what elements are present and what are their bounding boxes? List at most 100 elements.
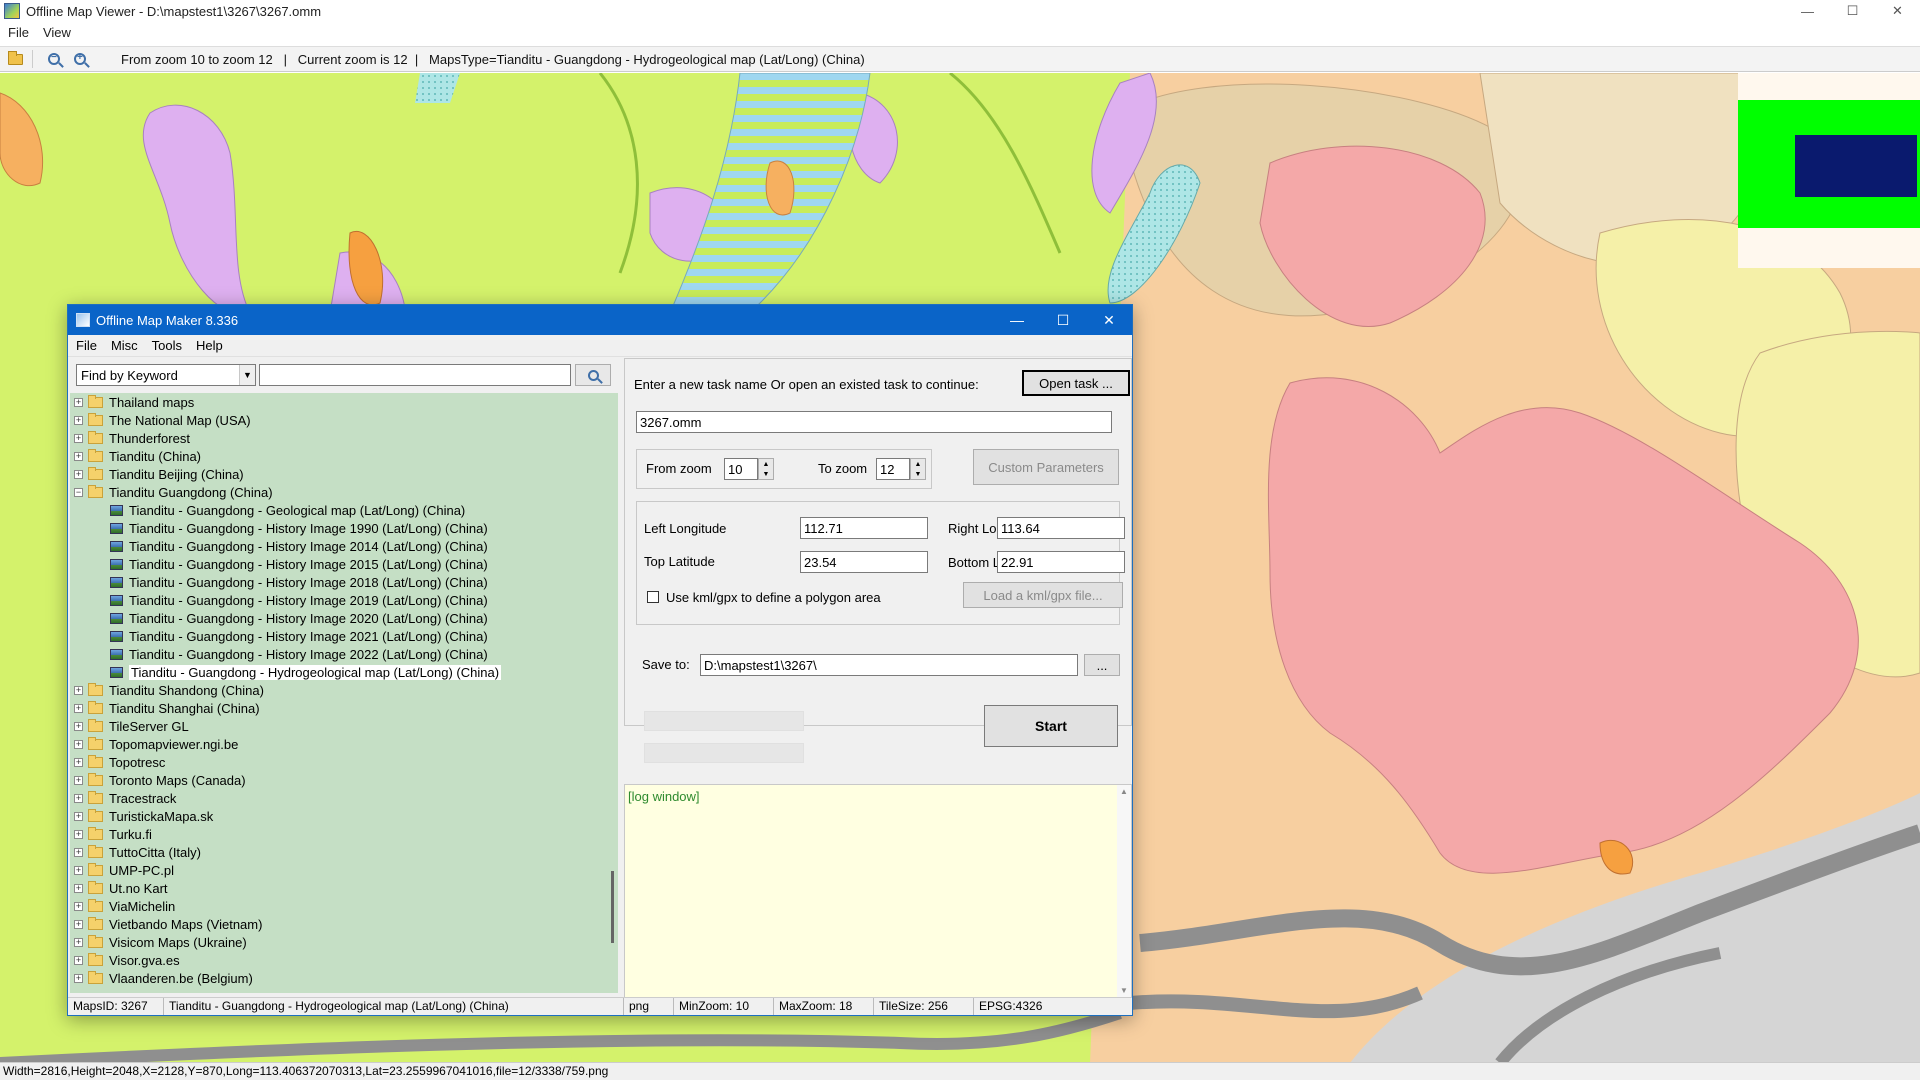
expand-icon[interactable]: + — [74, 685, 83, 695]
tree-scrollbar-thumb[interactable] — [611, 871, 614, 943]
tree-map-item[interactable]: Tianditu - Guangdong - History Image 202… — [70, 627, 608, 645]
bottom-latitude-input[interactable]: 22.91 — [997, 551, 1125, 573]
tree-folder-row[interactable]: + Visor.gva.es — [70, 951, 608, 969]
load-kml-button[interactable]: Load a kml/gpx file... — [963, 582, 1123, 608]
kml-polygon-checkbox[interactable] — [647, 591, 659, 603]
maker-maximize-button[interactable]: ☐ — [1040, 305, 1086, 335]
expand-icon[interactable]: + — [74, 901, 83, 911]
open-task-button[interactable]: Open task ... — [1022, 370, 1130, 396]
expand-icon[interactable]: + — [74, 847, 83, 857]
tree-folder-row[interactable]: + Toronto Maps (Canada) — [70, 771, 608, 789]
search-button[interactable] — [575, 364, 611, 386]
tree-folder-row[interactable]: + Vlaanderen.be (Belgium) — [70, 969, 608, 987]
expand-icon[interactable]: + — [74, 811, 83, 821]
scroll-down-icon[interactable]: ▼ — [1120, 986, 1128, 995]
top-latitude-input[interactable]: 23.54 — [800, 551, 928, 573]
map-source-tree[interactable]: + Thailand maps + The National Map (USA) + Th… — [70, 393, 608, 993]
save-to-input[interactable]: D:\mapstest1\3267\ — [700, 654, 1078, 676]
expand-icon[interactable]: + — [74, 919, 83, 929]
spin-down-icon[interactable]: ▼ — [911, 469, 925, 479]
maker-menu-misc[interactable]: Misc — [111, 338, 138, 353]
maker-menu-tools[interactable]: Tools — [152, 338, 182, 353]
log-window[interactable]: [log window] ▲ ▼ — [624, 784, 1132, 998]
menu-view[interactable]: View — [43, 25, 71, 40]
collapse-icon[interactable]: − — [74, 487, 83, 497]
close-button[interactable]: ✕ — [1875, 0, 1920, 22]
from-zoom-input[interactable]: 10 — [724, 458, 758, 480]
tree-folder-row[interactable]: + Turku.fi — [70, 825, 608, 843]
to-zoom-spinner[interactable]: ▲ ▼ — [910, 458, 926, 480]
spin-down-icon[interactable]: ▼ — [759, 469, 773, 479]
tree-folder-row[interactable]: + Thunderforest — [70, 429, 608, 447]
tree-folder-row[interactable]: + Thailand maps — [70, 393, 608, 411]
tree-map-item[interactable]: Tianditu - Guangdong - History Image 202… — [70, 609, 608, 627]
expand-icon[interactable]: + — [74, 883, 83, 893]
tree-folder-row[interactable]: + Visicom Maps (Ukraine) — [70, 933, 608, 951]
maker-minimize-button[interactable]: — — [994, 305, 1040, 335]
expand-icon[interactable]: + — [74, 451, 83, 461]
expand-icon[interactable]: + — [74, 793, 83, 803]
expand-icon[interactable]: + — [74, 721, 83, 731]
maker-menu-file[interactable]: File — [76, 338, 97, 353]
tree-folder-row[interactable]: + Tianditu Shanghai (China) — [70, 699, 608, 717]
expand-icon[interactable]: + — [74, 757, 83, 767]
task-name-input[interactable]: 3267.omm — [636, 411, 1112, 433]
chevron-down-icon[interactable]: ▼ — [239, 365, 255, 385]
tree-folder-row[interactable]: + Topotresc — [70, 753, 608, 771]
tree-folder-row[interactable]: + The National Map (USA) — [70, 411, 608, 429]
expand-icon[interactable]: + — [74, 829, 83, 839]
zoom-in-button[interactable]: + — [69, 48, 91, 70]
scroll-up-icon[interactable]: ▲ — [1120, 787, 1128, 796]
right-longitude-input[interactable]: 113.64 — [997, 517, 1125, 539]
start-button[interactable]: Start — [984, 705, 1118, 747]
expand-icon[interactable]: + — [74, 865, 83, 875]
minimize-button[interactable]: — — [1785, 0, 1830, 22]
tree-map-item[interactable]: Tianditu - Guangdong - History Image 201… — [70, 537, 608, 555]
tree-folder-row[interactable]: + ViaMichelin — [70, 897, 608, 915]
spin-up-icon[interactable]: ▲ — [759, 459, 773, 469]
expand-icon[interactable]: + — [74, 703, 83, 713]
tree-folder-row[interactable]: + Topomapviewer.ngi.be — [70, 735, 608, 753]
menu-file[interactable]: File — [8, 25, 29, 40]
zoom-out-button[interactable]: − — [43, 48, 65, 70]
browse-folder-button[interactable]: ... — [1084, 654, 1120, 676]
expand-icon[interactable]: + — [74, 775, 83, 785]
expand-icon[interactable]: + — [74, 973, 83, 983]
tree-folder-row[interactable]: + Tracestrack — [70, 789, 608, 807]
maker-menu-help[interactable]: Help — [196, 338, 223, 353]
tree-folder-row[interactable]: − Tianditu Guangdong (China) — [70, 483, 608, 501]
spin-up-icon[interactable]: ▲ — [911, 459, 925, 469]
maker-close-button[interactable]: ✕ — [1086, 305, 1132, 335]
tree-folder-row[interactable]: + UMP-PC.pl — [70, 861, 608, 879]
left-longitude-input[interactable]: 112.71 — [800, 517, 928, 539]
keyword-search-input[interactable] — [259, 364, 571, 386]
tree-map-item[interactable]: Tianditu - Guangdong - Geological map (L… — [70, 501, 608, 519]
expand-icon[interactable]: + — [74, 937, 83, 947]
tree-scrollbar[interactable] — [608, 393, 618, 993]
tree-map-item[interactable]: Tianditu - Guangdong - History Image 201… — [70, 591, 608, 609]
tree-folder-row[interactable]: + Tianditu (China) — [70, 447, 608, 465]
open-folder-button[interactable] — [4, 48, 26, 70]
tree-map-item[interactable]: Tianditu - Guangdong - History Image 201… — [70, 555, 608, 573]
expand-icon[interactable]: + — [74, 415, 83, 425]
tree-folder-row[interactable]: + Ut.no Kart — [70, 879, 608, 897]
maximize-button[interactable]: ☐ — [1830, 0, 1875, 22]
log-scrollbar[interactable]: ▲ ▼ — [1117, 785, 1131, 997]
tree-folder-row[interactable]: + TileServer GL — [70, 717, 608, 735]
expand-icon[interactable]: + — [74, 397, 83, 407]
tree-folder-row[interactable]: + Vietbando Maps (Vietnam) — [70, 915, 608, 933]
expand-icon[interactable]: + — [74, 739, 83, 749]
from-zoom-spinner[interactable]: ▲ ▼ — [758, 458, 774, 480]
tree-map-item[interactable]: Tianditu - Guangdong - History Image 202… — [70, 645, 608, 663]
tree-folder-row[interactable]: + Tianditu Shandong (China) — [70, 681, 608, 699]
tree-folder-row[interactable]: + TuttoCitta (Italy) — [70, 843, 608, 861]
expand-icon[interactable]: + — [74, 433, 83, 443]
expand-icon[interactable]: + — [74, 469, 83, 479]
tree-folder-row[interactable]: + Tianditu Beijing (China) — [70, 465, 608, 483]
tree-folder-row[interactable]: + TuristickaMapa.sk — [70, 807, 608, 825]
find-mode-select[interactable]: Find by Keyword ▼ — [76, 364, 256, 386]
tree-map-item[interactable]: Tianditu - Guangdong - History Image 201… — [70, 573, 608, 591]
tree-map-item[interactable]: Tianditu - Guangdong - Hydrogeological m… — [70, 663, 608, 681]
tree-map-item[interactable]: Tianditu - Guangdong - History Image 199… — [70, 519, 608, 537]
expand-icon[interactable]: + — [74, 955, 83, 965]
